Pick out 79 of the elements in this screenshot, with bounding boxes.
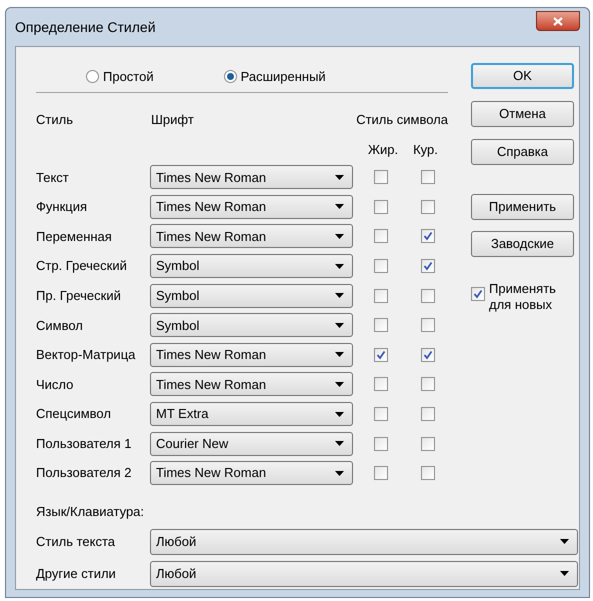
radio-option[interactable]: Расширенный bbox=[224, 66, 326, 86]
font-dropdown[interactable]: Symbol bbox=[150, 284, 353, 308]
caret-icon bbox=[335, 412, 344, 417]
caret-icon bbox=[560, 539, 569, 544]
font-dropdown[interactable]: Symbol bbox=[150, 254, 353, 278]
checkbox[interactable] bbox=[374, 200, 388, 214]
dialog-button[interactable]: Применить bbox=[471, 194, 574, 220]
language-dropdown[interactable]: Любой bbox=[150, 560, 578, 587]
checkbox-label: Применять для новых bbox=[489, 281, 557, 313]
checkbox[interactable] bbox=[421, 170, 435, 184]
column-header: Шрифт bbox=[151, 111, 194, 129]
caret-icon bbox=[335, 470, 344, 476]
section-label: Язык/Клавиатура: bbox=[36, 503, 146, 522]
caret-icon bbox=[335, 264, 344, 269]
font-dropdown[interactable]: Times New Roman bbox=[150, 224, 353, 248]
style-label: Стр. Греческий bbox=[36, 257, 128, 276]
checkbox[interactable] bbox=[374, 407, 388, 422]
caret-icon bbox=[335, 382, 344, 387]
checkbox[interactable] bbox=[421, 407, 435, 422]
checkbox[interactable] bbox=[421, 259, 435, 274]
font-dropdown[interactable]: Times New Roman bbox=[150, 461, 353, 486]
checkbox[interactable] bbox=[421, 377, 435, 392]
checkbox[interactable] bbox=[374, 466, 388, 480]
font-dropdown[interactable]: Symbol bbox=[150, 313, 353, 338]
dialog-button[interactable]: OK bbox=[471, 63, 574, 89]
font-dropdown[interactable]: Times New Roman bbox=[150, 342, 353, 367]
style-label: Пользователя 2 bbox=[36, 464, 132, 482]
checkbox[interactable] bbox=[421, 200, 435, 214]
checkbox[interactable] bbox=[374, 259, 388, 274]
style-label: Текст bbox=[36, 168, 70, 187]
caret-icon bbox=[335, 204, 344, 210]
font-dropdown[interactable]: MT Extra bbox=[150, 402, 353, 426]
checkbox[interactable] bbox=[374, 229, 388, 244]
style-label: Символ bbox=[36, 316, 84, 335]
checkbox[interactable] bbox=[374, 318, 388, 332]
field-label: Стиль текста bbox=[36, 532, 116, 551]
style-label: Функция bbox=[36, 198, 88, 216]
column-header: Стиль символа bbox=[356, 111, 448, 129]
caret-icon bbox=[335, 234, 344, 239]
caret-icon bbox=[335, 293, 344, 298]
checkbox[interactable] bbox=[421, 288, 435, 303]
font-dropdown[interactable]: Times New Roman bbox=[150, 194, 353, 219]
font-dropdown[interactable]: Times New Roman bbox=[150, 165, 353, 190]
close-button[interactable] bbox=[536, 11, 580, 31]
checkbox[interactable] bbox=[421, 318, 435, 332]
caret-icon bbox=[335, 352, 344, 358]
checkbox[interactable] bbox=[374, 170, 388, 184]
checkbox[interactable] bbox=[374, 288, 388, 303]
checkbox[interactable] bbox=[421, 466, 435, 480]
style-label: Число bbox=[36, 376, 74, 394]
checkbox[interactable] bbox=[374, 348, 388, 362]
language-dropdown[interactable]: Любой bbox=[150, 528, 578, 555]
dialog-button[interactable]: Заводские bbox=[471, 231, 574, 257]
caret-icon bbox=[560, 571, 569, 576]
font-dropdown[interactable]: Courier New bbox=[150, 432, 353, 456]
column-header: Кур. bbox=[413, 140, 438, 158]
checkbox[interactable] bbox=[471, 287, 485, 301]
column-header: Жир. bbox=[368, 140, 398, 158]
checkbox[interactable] bbox=[421, 348, 435, 362]
style-label: Спецсимвол bbox=[36, 405, 112, 424]
caret-icon bbox=[335, 441, 344, 446]
font-dropdown[interactable]: Times New Roman bbox=[150, 372, 353, 396]
field-label: Другие стили bbox=[36, 564, 117, 583]
checkbox[interactable] bbox=[421, 436, 435, 451]
style-label: Пр. Греческий bbox=[36, 286, 122, 305]
dialog-button[interactable]: Отмена bbox=[471, 101, 574, 127]
dialog-button[interactable]: Справка bbox=[471, 139, 574, 165]
window-title: Определение Стилей bbox=[15, 18, 156, 37]
caret-icon bbox=[335, 322, 344, 328]
caret-icon bbox=[335, 174, 344, 180]
checkbox[interactable] bbox=[421, 229, 435, 244]
close-icon bbox=[553, 16, 563, 26]
radio-option[interactable]: Простой bbox=[86, 66, 154, 86]
checkbox[interactable] bbox=[374, 436, 388, 451]
style-label: Переменная bbox=[36, 228, 113, 246]
style-label: Пользователя 1 bbox=[36, 434, 132, 453]
checkbox[interactable] bbox=[374, 377, 388, 392]
style-label: Вектор-Матрица bbox=[36, 346, 136, 364]
column-header: Стиль bbox=[36, 111, 74, 129]
